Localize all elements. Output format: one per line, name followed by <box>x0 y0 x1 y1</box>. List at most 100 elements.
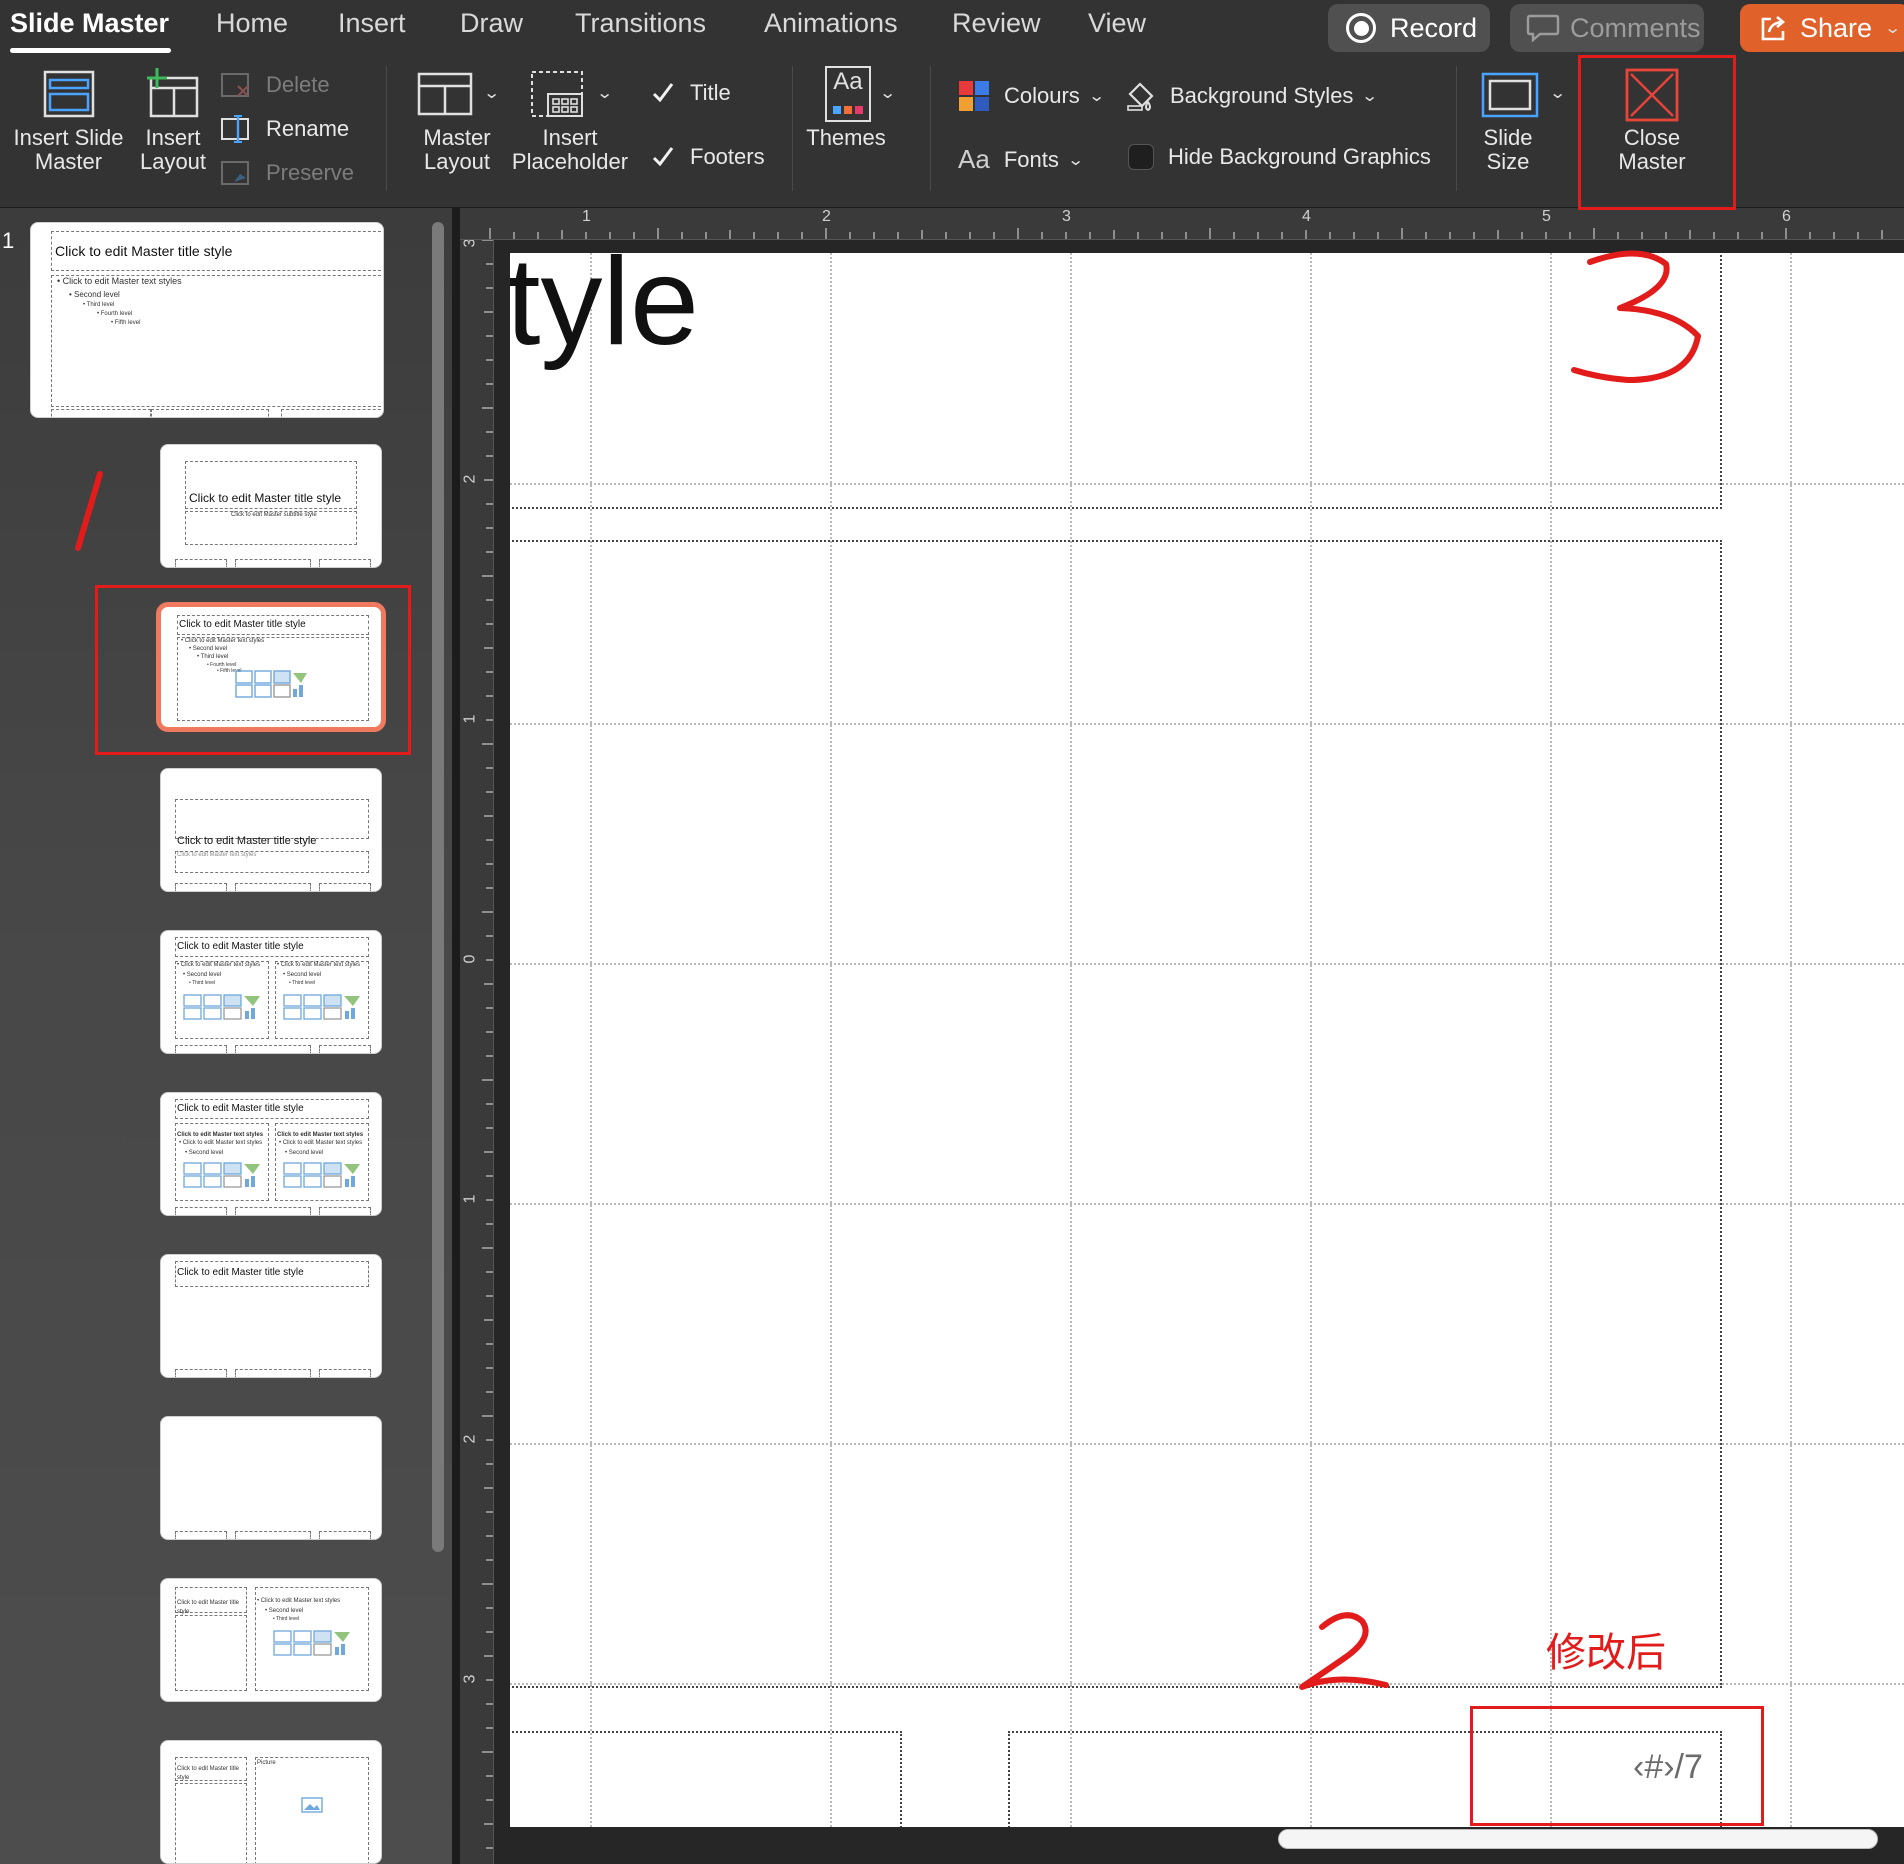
annotation-mark-1: 1 <box>60 468 103 551</box>
slide-size-label-2: Size <box>1486 149 1530 174</box>
thumb-title: Click to edit Master title style <box>55 243 233 259</box>
preserve-pin-icon <box>221 161 249 185</box>
layout-thumbnail-content-with-caption[interactable]: Click to edit Master title style • Click… <box>160 1578 382 1702</box>
layout-thumbnail-section-header[interactable]: Click to edit Master title style Click t… <box>160 768 382 892</box>
colours-dropdown[interactable]: Colours ⌄ <box>958 80 1106 112</box>
title-placeholder-text[interactable]: tyle <box>510 253 699 373</box>
ruler-label: 0 <box>461 954 479 964</box>
thumb-footer-placeholder <box>235 1369 311 1377</box>
slide-size-label-1: Slide <box>1483 125 1533 150</box>
thumb-subtitle: Click to edit Master subtitle style <box>231 512 317 518</box>
fonts-dropdown[interactable]: Aa Fonts ⌄ <box>958 144 1085 175</box>
layout-thumbnail-blank[interactable] <box>160 1416 382 1540</box>
body-content-placeholder[interactable] <box>510 540 1722 1688</box>
share-button[interactable]: Share ⌄ <box>1740 4 1904 52</box>
slide-master-layout-canvas[interactable]: tyle ‹#›/7 <box>510 253 1904 1827</box>
comments-button[interactable]: Comments <box>1510 4 1704 52</box>
insert-placeholder-button[interactable]: ⌄ Insert Placeholder <box>508 66 632 174</box>
record-label: Record <box>1390 12 1478 43</box>
content-placeholder-icons <box>283 1162 360 1188</box>
tab-transitions[interactable]: Transitions <box>575 8 706 39</box>
background-styles-dropdown[interactable]: Background Styles ⌄ <box>1126 80 1379 112</box>
thumb-level: • Third level <box>289 980 316 986</box>
rename-button[interactable]: Rename <box>220 114 349 144</box>
layout-thumbnail-title-slide[interactable]: Click to edit Master title style Click t… <box>160 444 382 568</box>
footers-checkmark-icon <box>650 144 676 170</box>
annotation-mark-2: 2 <box>1299 1612 1389 1690</box>
master-layout-button[interactable]: ⌄ Master Layout <box>408 66 506 174</box>
thumb-footer-placeholder <box>319 1207 371 1215</box>
annotation-box-selected-layout <box>95 585 411 755</box>
thumb-title: Click to edit Master title style <box>177 835 317 847</box>
fonts-chevron-icon: ⌄ <box>1066 151 1085 169</box>
title-checkbox[interactable]: Title <box>650 80 731 106</box>
thumb-footer-placeholder <box>319 559 371 567</box>
horizontal-scrollbar[interactable] <box>1278 1829 1878 1849</box>
annotation-mark-1-label: 1 <box>60 468 61 469</box>
share-dropdown-chevron-icon[interactable]: ⌄ <box>1884 18 1901 38</box>
delete-button[interactable]: Delete <box>220 70 330 100</box>
fonts-icon: Aa <box>958 144 990 174</box>
ribbon-tab-bar: Slide Master Home Insert Draw Transition… <box>0 0 1904 58</box>
preserve-button[interactable]: Preserve <box>220 158 354 188</box>
tab-review[interactable]: Review <box>952 8 1041 39</box>
panel-divider[interactable] <box>452 208 460 1864</box>
thumb-footer-placeholder <box>281 409 383 417</box>
layout-thumbnail-two-content[interactable]: Click to edit Master title style • Click… <box>160 930 382 1054</box>
thumb-footer-placeholder <box>175 1045 227 1053</box>
layout-thumbnail-picture-with-caption[interactable]: Click to edit Master title style Picture <box>160 1740 382 1864</box>
record-button[interactable]: Record <box>1328 4 1490 52</box>
thumb-level: • Second level <box>285 1150 324 1156</box>
content-placeholder-icons <box>183 994 260 1020</box>
thumb-level: • Click to edit Master text styles <box>277 962 361 968</box>
insert-placeholder-label-1: Insert <box>542 125 598 150</box>
ribbon-separator <box>386 66 387 191</box>
thumb-footer-placeholder <box>235 1207 311 1215</box>
vertical-ruler[interactable]: 3 2 1 0 1 2 3 <box>460 240 494 1864</box>
themes-label: Themes <box>806 125 886 150</box>
themes-button[interactable]: Aa ⌄ Themes <box>806 66 912 150</box>
insert-slide-master-label-1: Insert Slide <box>13 125 124 150</box>
footers-checkbox[interactable]: Footers <box>650 144 765 170</box>
thumb-caption-placeholder <box>175 1615 247 1691</box>
content-placeholder-icons <box>273 1630 350 1656</box>
layout-thumbnail-title-only[interactable]: Click to edit Master title style <box>160 1254 382 1378</box>
insert-layout-icon <box>147 68 199 118</box>
slide-size-icon <box>1482 72 1539 118</box>
thumb-footer-placeholder <box>51 409 151 417</box>
tab-home[interactable]: Home <box>216 8 288 39</box>
tab-draw[interactable]: Draw <box>460 8 523 39</box>
ruler-ticks <box>489 228 1883 239</box>
master-thumbnail[interactable]: Click to edit Master title style • Click… <box>30 222 384 418</box>
background-styles-chevron-icon: ⌄ <box>1361 88 1379 105</box>
colours-chevron-icon: ⌄ <box>1087 88 1106 105</box>
ruler-label: 5 <box>1542 208 1551 225</box>
annotation-mark-3: 3 <box>1571 250 1701 383</box>
thumbnail-panel-scrollbar[interactable] <box>432 222 444 1552</box>
insert-layout-button[interactable]: Insert Layout <box>134 66 212 174</box>
thumb-footer-placeholder <box>235 559 311 567</box>
tab-insert[interactable]: Insert <box>338 8 406 39</box>
horizontal-ruler[interactable]: 1 2 3 4 5 6 <box>460 208 1904 240</box>
layout-thumbnail-comparison[interactable]: Click to edit Master title style Click t… <box>160 1092 382 1216</box>
master-layout-label-2: Layout <box>423 149 491 174</box>
share-label: Share <box>1800 12 1873 43</box>
slide-size-button[interactable]: ⌄ Slide Size <box>1470 66 1574 174</box>
tab-slide-master[interactable]: Slide Master <box>10 8 169 39</box>
insert-slide-master-label-2: Master <box>34 149 103 174</box>
rename-label: Rename <box>266 116 350 141</box>
insert-slide-master-button[interactable]: Insert Slide Master <box>6 66 131 174</box>
active-tab-indicator <box>10 48 171 53</box>
thumb-footer-placeholder <box>235 883 311 891</box>
thumb-title: Click to edit Master title style <box>177 941 304 952</box>
thumb-level: • Fourth level <box>97 311 133 317</box>
comment-bubble-icon <box>1526 14 1560 43</box>
tab-animations[interactable]: Animations <box>764 8 898 39</box>
hide-background-graphics-checkbox[interactable]: Hide Background Graphics <box>1128 144 1431 170</box>
tab-view[interactable]: View <box>1088 8 1146 39</box>
preserve-label: Preserve <box>266 160 355 185</box>
ruler-label: 2 <box>461 1434 479 1444</box>
insert-placeholder-icon <box>531 71 584 117</box>
date-placeholder[interactable] <box>510 1731 902 1827</box>
thumb-level: • Click to edit Master text styles <box>257 1598 341 1604</box>
